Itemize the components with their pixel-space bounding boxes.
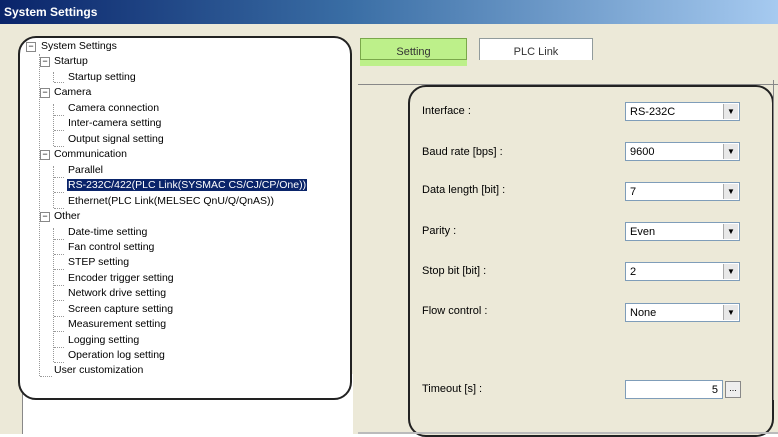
tree-item-label: Output signal setting	[68, 133, 164, 145]
tree-item-fan-control-setting[interactable]: Fan control setting	[67, 240, 155, 255]
flow-control-select[interactable]: None ▼	[625, 303, 740, 322]
dialog-body: − System Settings − Startup Startup sett…	[0, 24, 778, 437]
tree-item-label: Camera connection	[68, 102, 160, 114]
tree-item-operation-log-setting[interactable]: Operation log setting	[67, 348, 166, 363]
tree-item-camera-connection[interactable]: Camera connection	[67, 101, 160, 116]
tree-item-step-setting[interactable]: STEP setting	[67, 255, 130, 270]
collapse-icon[interactable]: −	[40, 88, 50, 98]
tree-item-label: Fan control setting	[68, 241, 155, 253]
tree-item-user-customization[interactable]: User customization	[53, 363, 144, 378]
tree-item-startup[interactable]: Startup	[53, 54, 89, 69]
tree-item-date-time-setting[interactable]: Date-time setting	[67, 225, 148, 240]
tree-item-label: Camera	[54, 86, 92, 98]
tree-item-label: Startup setting	[68, 71, 136, 83]
interface-select[interactable]: RS-232C ▼	[625, 102, 740, 121]
tree-item-rs232c-422[interactable]: RS-232C/422(PLC Link(SYSMAC CS/CJ/CP/One…	[67, 178, 308, 193]
tree-item-label: Other	[54, 210, 81, 222]
tree-item-logging-setting[interactable]: Logging setting	[67, 333, 140, 348]
tree-item-label: Encoder trigger setting	[68, 272, 174, 284]
stop-bit-select[interactable]: 2 ▼	[625, 262, 740, 281]
tree-item-label: Operation log setting	[68, 349, 165, 361]
tree-item-system-settings[interactable]: System Settings	[40, 39, 118, 54]
tree-item-inter-camera-setting[interactable]: Inter-camera setting	[67, 116, 162, 131]
chevron-down-icon[interactable]: ▼	[723, 104, 738, 119]
tree-item-label: Logging setting	[68, 334, 140, 346]
collapse-icon[interactable]: −	[40, 212, 50, 222]
tree-item-startup-setting[interactable]: Startup setting	[67, 70, 137, 85]
baud-rate-label: Baud rate [bps] :	[422, 146, 503, 158]
pane-border	[773, 80, 774, 400]
tree-item-screen-capture-setting[interactable]: Screen capture setting	[67, 302, 174, 317]
tree-item-label: Communication	[54, 148, 127, 160]
tab-active-indicator	[360, 60, 467, 66]
settings-pane: Setting PLC Link Interface : RS-232C ▼ B…	[358, 38, 778, 437]
tab-plc-link[interactable]: PLC Link	[479, 38, 593, 60]
tree-item-label: Inter-camera setting	[68, 117, 162, 129]
tree-item-label: Network drive setting	[68, 287, 167, 299]
stop-bit-label: Stop bit [bit] :	[422, 265, 487, 277]
tab-setting[interactable]: Setting	[360, 38, 467, 60]
timeout-edit-button[interactable]: ...	[725, 381, 741, 398]
tree-item-label: User customization	[54, 364, 144, 376]
parity-label: Parity :	[422, 225, 457, 237]
tree-item-encoder-trigger-setting[interactable]: Encoder trigger setting	[67, 271, 175, 286]
stop-bit-value: 2	[630, 266, 637, 278]
tree-item-communication[interactable]: Communication	[53, 147, 128, 162]
chevron-down-icon[interactable]: ▼	[723, 264, 738, 279]
tree-item-other[interactable]: Other	[53, 209, 81, 224]
tree-item-label: Startup	[54, 55, 88, 67]
flow-control-value: None	[630, 307, 657, 319]
tree-item-parallel[interactable]: Parallel	[67, 163, 104, 178]
tree-item-ethernet[interactable]: Ethernet(PLC Link(MELSEC QnU/Q/QnAS))	[67, 194, 275, 209]
tree-item-label: Ethernet(PLC Link(MELSEC QnU/Q/QnAS))	[68, 195, 274, 207]
timeout-input[interactable]: 5	[625, 380, 723, 399]
tree-item-label: Parallel	[68, 164, 104, 176]
window-title: System Settings	[0, 0, 778, 24]
interface-value: RS-232C	[630, 106, 676, 118]
data-length-select[interactable]: 7 ▼	[625, 182, 740, 201]
tree-item-label: System Settings	[41, 40, 117, 52]
timeout-label: Timeout [s] :	[422, 383, 483, 395]
chevron-down-icon[interactable]: ▼	[723, 305, 738, 320]
tree-item-label: STEP setting	[68, 256, 130, 268]
collapse-icon[interactable]: −	[26, 42, 36, 52]
data-length-value: 7	[630, 186, 637, 198]
collapse-icon[interactable]: −	[40, 57, 50, 67]
tree-item-measurement-setting[interactable]: Measurement setting	[67, 317, 167, 332]
tree-item-output-signal-setting[interactable]: Output signal setting	[67, 132, 165, 147]
parity-value: Even	[630, 226, 656, 238]
tree-item-label: Screen capture setting	[68, 303, 174, 315]
tree-item-camera[interactable]: Camera	[53, 85, 92, 100]
baud-rate-select[interactable]: 9600 ▼	[625, 142, 740, 161]
data-length-label: Data length [bit] :	[422, 184, 506, 196]
tree-item-label: Date-time setting	[68, 226, 148, 238]
tree-item-label: RS-232C/422(PLC Link(SYSMAC CS/CJ/CP/One…	[67, 179, 308, 191]
collapse-icon[interactable]: −	[40, 150, 50, 160]
settings-tree: − System Settings − Startup Startup sett…	[18, 36, 352, 400]
baud-rate-value: 9600	[630, 146, 655, 158]
chevron-down-icon[interactable]: ▼	[723, 144, 738, 159]
flow-control-label: Flow control :	[422, 305, 488, 317]
tree-item-network-drive-setting[interactable]: Network drive setting	[67, 286, 167, 301]
chevron-down-icon[interactable]: ▼	[723, 184, 738, 199]
chevron-down-icon[interactable]: ▼	[723, 224, 738, 239]
tree-item-label: Measurement setting	[68, 318, 167, 330]
parity-select[interactable]: Even ▼	[625, 222, 740, 241]
interface-label: Interface :	[422, 105, 471, 117]
